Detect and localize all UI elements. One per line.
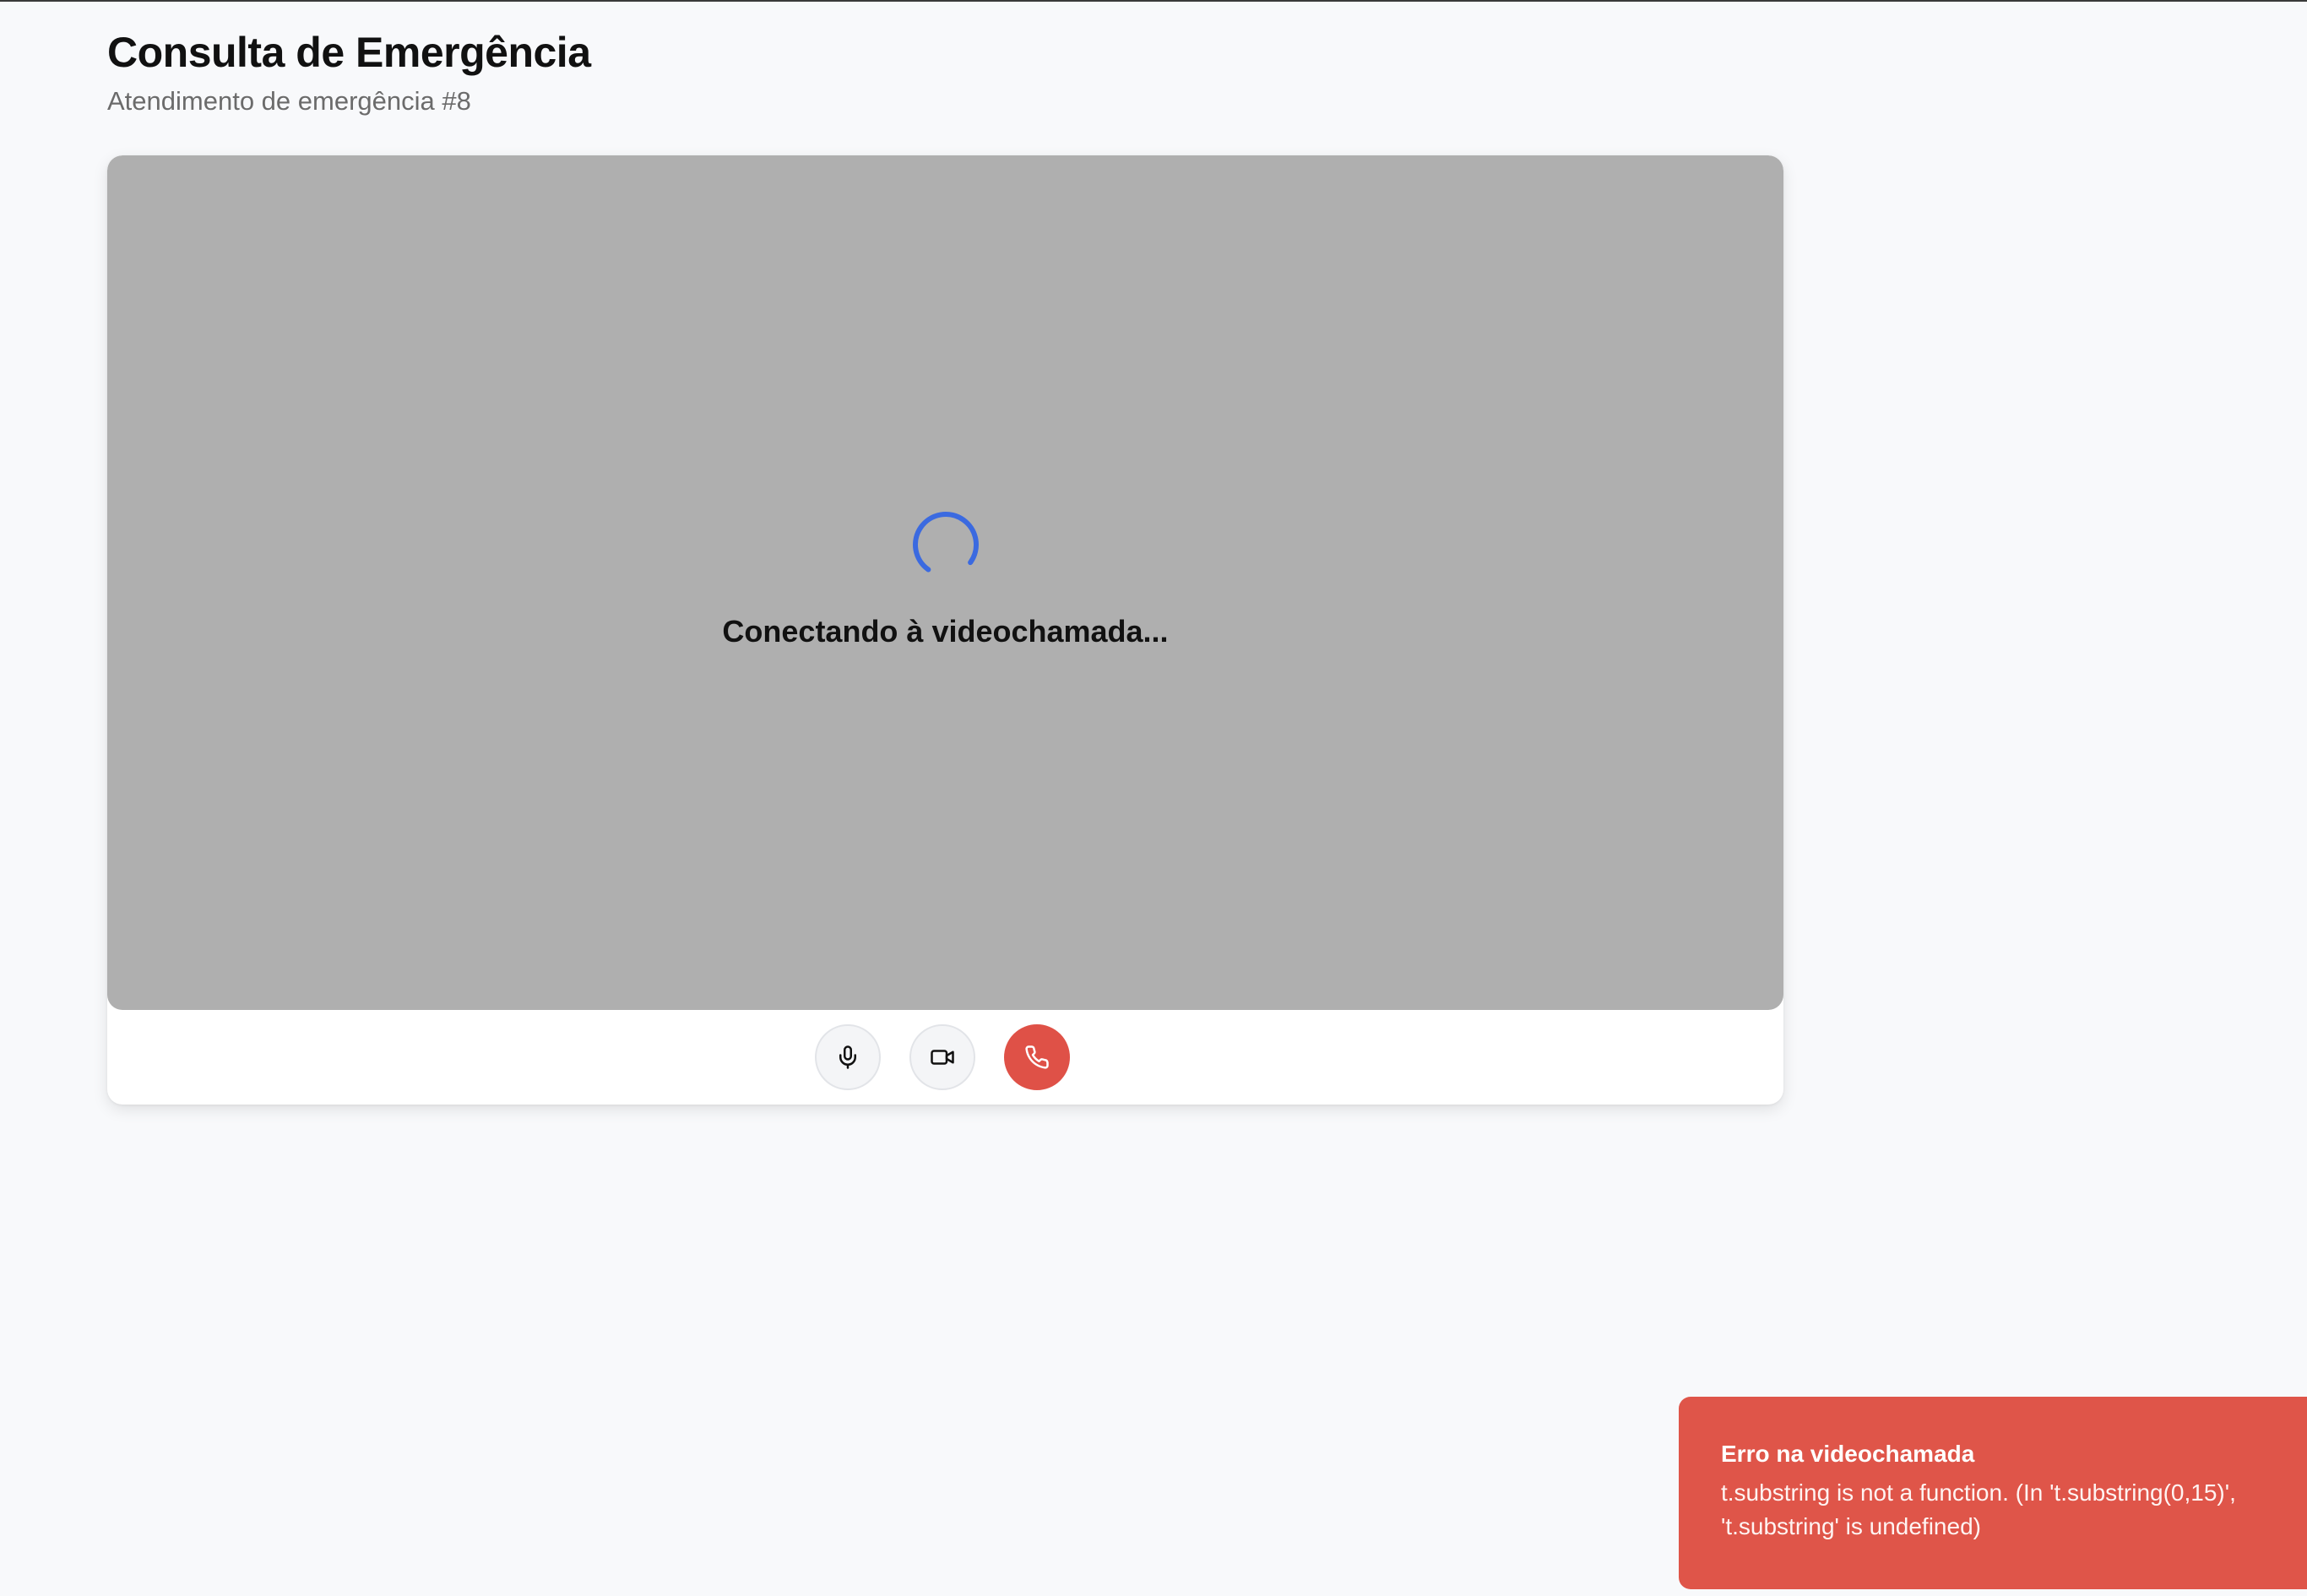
error-toast[interactable]: Erro na videochamada t.substring is not … xyxy=(1679,1397,2307,1589)
mute-microphone-button[interactable] xyxy=(814,1024,881,1090)
top-border xyxy=(0,0,2307,2)
connecting-text: Conectando à videochamada... xyxy=(722,614,1169,649)
page-header: Consulta de Emergência Atendimento de em… xyxy=(107,25,1783,118)
page-title: Consulta de Emergência xyxy=(107,29,591,76)
page-subtitle: Atendimento de emergência #8 xyxy=(107,86,471,116)
video-call-card: Conectando à videochamada... xyxy=(107,155,1783,1105)
connecting-indicator: Conectando à videochamada... xyxy=(107,510,1783,650)
phone-icon xyxy=(1024,1045,1049,1069)
loading-spinner-icon xyxy=(912,512,979,578)
mic-icon xyxy=(839,1045,856,1069)
call-controls xyxy=(107,1010,1783,1105)
end-call-button[interactable] xyxy=(1003,1024,1070,1090)
toggle-camera-button[interactable] xyxy=(909,1024,975,1090)
toast-title: Erro na videochamada xyxy=(1721,1441,1975,1467)
toast-message: t.substring is not a function. (In 't.su… xyxy=(1721,1479,2236,1539)
video-area: Conectando à videochamada... xyxy=(107,155,1783,1010)
video-camera-icon xyxy=(930,1050,954,1065)
